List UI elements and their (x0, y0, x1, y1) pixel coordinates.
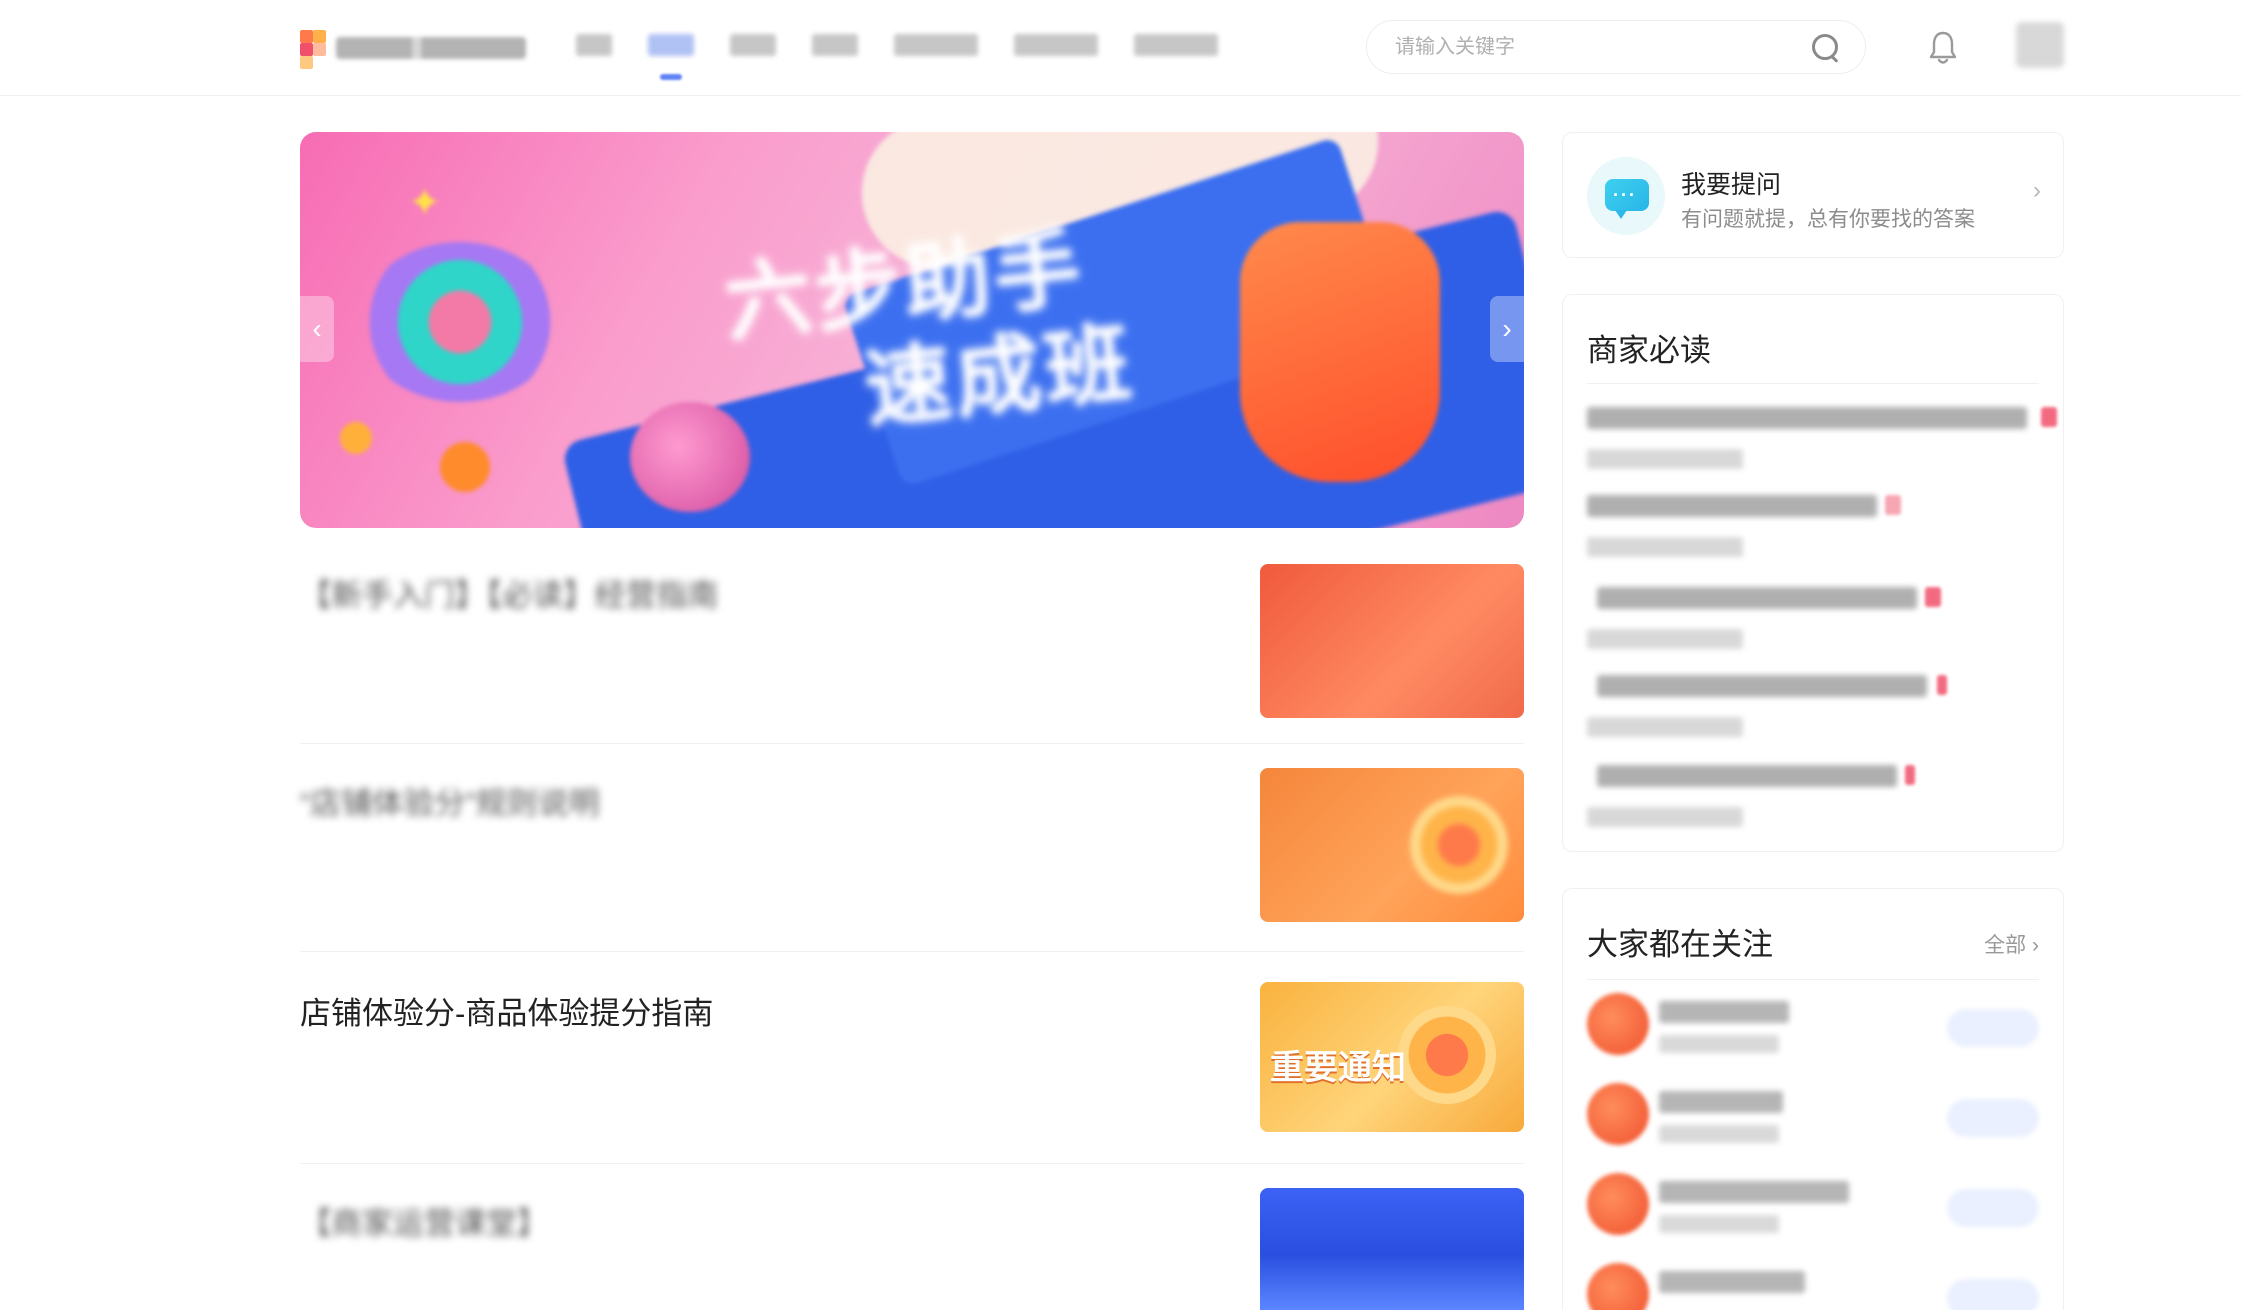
site-name (336, 37, 526, 59)
avatar[interactable] (1587, 1083, 1649, 1145)
ask-question-card[interactable]: ··· 我要提问 有问题就提，总有你要找的答案 › (1562, 132, 2064, 258)
site-logo[interactable] (300, 26, 526, 70)
article-title[interactable]: 【商家运营课堂】 (300, 1198, 548, 1243)
main-nav (576, 34, 1218, 56)
trending-title: 大家都在关注 (1587, 927, 1773, 962)
article-item[interactable]: 【新手入门】【必读】经营指南 (300, 564, 1524, 744)
must-read-item-title[interactable] (1587, 407, 2027, 429)
hot-tag (1885, 495, 1901, 515)
trending-item[interactable] (1587, 993, 2039, 1065)
must-read-item-date (1587, 537, 1743, 557)
trending-item-sub (1659, 1035, 1779, 1053)
divider (1587, 383, 2039, 384)
top-header (0, 0, 2241, 96)
hot-tag (2041, 407, 2057, 427)
must-read-item[interactable] (1587, 407, 2057, 469)
must-read-item-date (1587, 717, 1743, 737)
avatar[interactable] (1587, 1173, 1649, 1235)
article-thumbnail[interactable] (1260, 768, 1524, 922)
must-read-item-title[interactable] (1597, 765, 1897, 787)
nav-item-4[interactable] (812, 34, 858, 56)
trending-item[interactable] (1587, 1083, 2039, 1155)
hot-tag (1905, 765, 1915, 785)
banner-prev-button[interactable]: ‹ (300, 296, 334, 362)
must-read-card: 商家必读 (1562, 294, 2064, 852)
bell-icon[interactable] (1928, 30, 1958, 66)
must-read-item[interactable] (1587, 495, 2039, 557)
hero-banner[interactable]: ✦ 六步助手 速成班 ‹ › (300, 132, 1524, 528)
nav-item-3[interactable] (730, 34, 776, 56)
trending-item-sub (1659, 1215, 1779, 1233)
nav-active-indicator (660, 74, 682, 80)
divider (1587, 979, 2039, 980)
search-input[interactable] (1395, 35, 1809, 59)
nav-item-1[interactable] (576, 34, 612, 56)
must-read-item-date (1587, 629, 1743, 649)
logo-mark-icon (300, 26, 326, 70)
view-all-label: 全部 (1984, 934, 2027, 957)
trending-item[interactable] (1587, 1173, 2039, 1245)
trending-item-name[interactable] (1659, 1091, 1783, 1113)
view-all-link[interactable]: 全部 › (1984, 929, 2039, 959)
must-read-item-title[interactable] (1597, 675, 1927, 697)
article-thumbnail[interactable] (1260, 564, 1524, 718)
must-read-item-date (1587, 807, 1743, 827)
nav-item-2[interactable] (648, 34, 694, 56)
nav-item-6[interactable] (1014, 34, 1098, 56)
nav-item-5[interactable] (894, 34, 978, 56)
avatar[interactable] (1587, 993, 1649, 1055)
article-title[interactable]: 【新手入门】【必读】经营指南 (300, 570, 719, 615)
chevron-right-icon: › (2033, 177, 2041, 204)
must-read-item-title[interactable] (1587, 495, 1877, 517)
must-read-item-date (1587, 449, 1743, 469)
trending-item[interactable] (1587, 1263, 2039, 1310)
must-read-item[interactable] (1587, 675, 2039, 737)
follow-button[interactable] (1947, 1099, 2039, 1137)
thumbnail-text: 重要通知 (1270, 1048, 1406, 1088)
hot-tag (1937, 675, 1947, 695)
article-item[interactable]: “店铺体验分”规则说明 (300, 768, 1524, 952)
chevron-right-icon: › (2032, 934, 2039, 957)
trending-card: 大家都在关注 全部 › (1562, 888, 2064, 1310)
banner-next-button[interactable]: › (1490, 296, 1524, 362)
must-read-item-title[interactable] (1597, 587, 1917, 609)
follow-button[interactable] (1947, 1009, 2039, 1047)
ask-title: 我要提问 (1681, 171, 1782, 199)
avatar[interactable] (1587, 1263, 1649, 1310)
trending-item-sub (1659, 1125, 1779, 1143)
must-read-item[interactable] (1587, 765, 2039, 827)
article-title[interactable]: “店铺体验分”规则说明 (300, 778, 600, 823)
search-icon[interactable] (1809, 31, 1841, 63)
article-thumbnail[interactable] (1260, 1188, 1524, 1310)
must-read-item[interactable] (1587, 587, 2039, 649)
article-title[interactable]: 店铺体验分-商品体验提分指南 (300, 988, 713, 1033)
ask-subtitle: 有问题就提，总有你要找的答案 (1681, 208, 1975, 231)
hot-tag (1925, 587, 1941, 607)
trending-item-name[interactable] (1659, 1181, 1849, 1203)
trending-item-name[interactable] (1659, 1001, 1789, 1023)
follow-button[interactable] (1947, 1189, 2039, 1227)
nav-item-7[interactable] (1134, 34, 1218, 56)
follow-button[interactable] (1947, 1279, 2039, 1310)
article-item[interactable]: 【商家运营课堂】 (300, 1188, 1524, 1310)
must-read-title: 商家必读 (1587, 333, 1711, 368)
article-item[interactable]: 店铺体验分-商品体验提分指南 重要通知 (300, 982, 1524, 1164)
trending-item-name[interactable] (1659, 1271, 1805, 1293)
search-box (1366, 20, 1866, 74)
user-avatar[interactable] (2016, 22, 2064, 68)
article-thumbnail[interactable]: 重要通知 (1260, 982, 1524, 1132)
chat-bubble-icon: ··· (1587, 157, 1665, 235)
